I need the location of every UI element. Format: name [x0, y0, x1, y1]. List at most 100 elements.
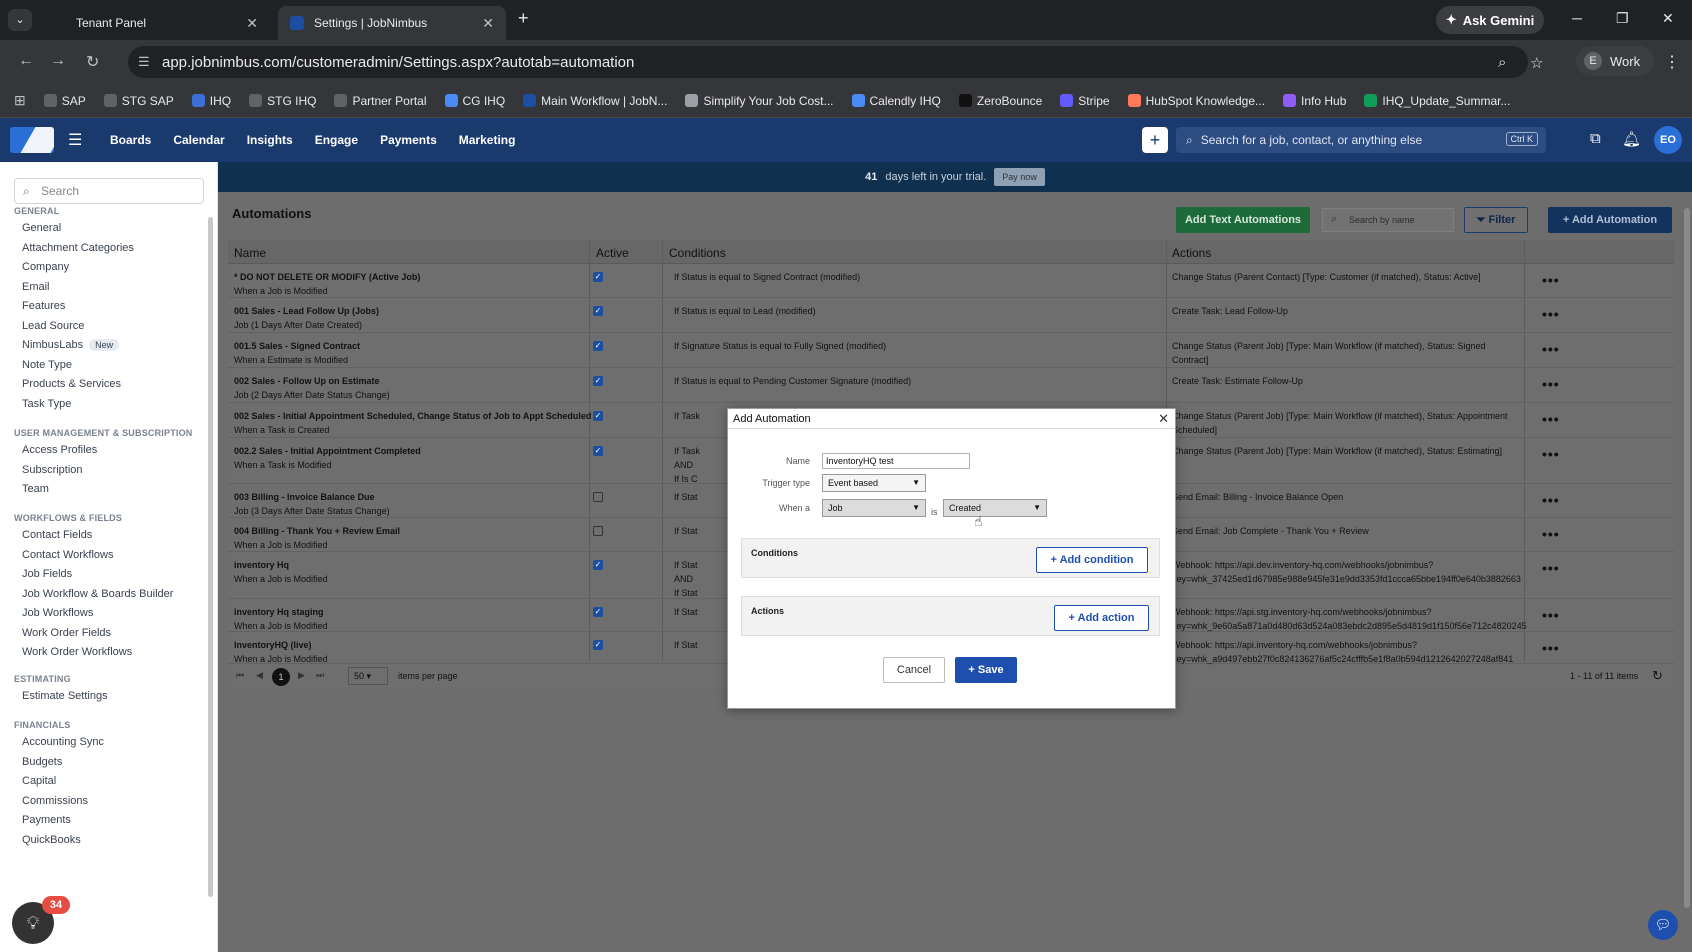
nav-insights[interactable]: Insights: [247, 133, 293, 147]
reload-icon[interactable]: ↻: [86, 52, 99, 72]
column-header-conditions[interactable]: Conditions: [669, 246, 726, 260]
filter-button[interactable]: ⏷ Filter: [1464, 207, 1528, 233]
bookmark-item[interactable]: STG IHQ: [249, 94, 316, 108]
sidebar-item-products-services[interactable]: Products & Services: [22, 378, 121, 390]
ask-gemini-button[interactable]: ✦ Ask Gemini: [1436, 6, 1544, 34]
automation-search-input[interactable]: ⌕ Search by name: [1322, 208, 1454, 232]
automation-name-cell[interactable]: inventory Hq When a Job is Modified: [234, 558, 328, 586]
sidebar-item-lead-source[interactable]: Lead Source: [22, 320, 84, 332]
event-select[interactable]: Created ▼: [943, 499, 1047, 517]
sidebar-item-general[interactable]: General: [22, 222, 61, 234]
more-options-icon[interactable]: •••: [1542, 376, 1560, 392]
automation-name-cell[interactable]: 002 Sales - Initial Appointment Schedule…: [234, 409, 591, 437]
nav-marketing[interactable]: Marketing: [459, 133, 516, 147]
active-checkbox[interactable]: ✓: [593, 272, 603, 282]
table-row[interactable]: 001.5 Sales - Signed Contract When a Esti…: [228, 333, 1674, 368]
sidebar-item-subscription[interactable]: Subscription: [22, 464, 83, 476]
sidebar-item-work-order-fields[interactable]: Work Order Fields: [22, 627, 111, 639]
more-options-icon[interactable]: •••: [1542, 492, 1560, 508]
automation-name-cell[interactable]: 001 Sales - Lead Follow Up (Jobs) Job (1 …: [234, 304, 379, 332]
address-bar[interactable]: ☰ app.jobnimbus.com/customeradmin/Settin…: [128, 46, 1543, 78]
more-options-icon[interactable]: •••: [1542, 526, 1560, 542]
bookmark-item[interactable]: Calendly IHQ: [851, 94, 941, 108]
automation-name-cell[interactable]: InventoryHQ (live) When a Job is Modified: [234, 638, 328, 666]
nav-calendar[interactable]: Calendar: [173, 133, 224, 147]
sidebar-item-team[interactable]: Team: [22, 483, 49, 495]
table-row[interactable]: 001 Sales - Lead Follow Up (Jobs) Job (1 …: [228, 298, 1674, 333]
active-checkbox[interactable]: ✓: [593, 306, 603, 316]
pay-now-button[interactable]: Pay now: [994, 168, 1045, 186]
bookmark-item[interactable]: Stripe: [1060, 94, 1110, 108]
first-page-icon[interactable]: ⏮: [236, 670, 244, 681]
bookmark-item[interactable]: CG IHQ: [444, 94, 505, 108]
nav-boards[interactable]: Boards: [110, 133, 151, 147]
active-checkbox[interactable]: ✓: [593, 446, 603, 456]
prev-page-icon[interactable]: ◀: [256, 670, 263, 681]
browser-tab-settings[interactable]: Settings | JobNimbus ✕: [278, 6, 506, 40]
sidebar-item-task-type[interactable]: Task Type: [22, 398, 71, 410]
hamburger-menu-icon[interactable]: ☰: [68, 130, 82, 150]
active-checkbox[interactable]: [593, 492, 603, 502]
chat-icon[interactable]: 💬︎: [1648, 910, 1678, 940]
new-tab-button[interactable]: +: [518, 8, 529, 29]
sidebar-item-estimate-settings[interactable]: Estimate Settings: [22, 690, 108, 702]
active-checkbox[interactable]: ✓: [593, 411, 603, 421]
automation-name-cell[interactable]: inventory Hq staging When a Job is Modifi…: [234, 605, 328, 633]
automation-name-cell[interactable]: 002 Sales - Follow Up on Estimate Job (2 …: [234, 374, 390, 402]
more-options-icon[interactable]: •••: [1542, 607, 1560, 623]
profile-button[interactable]: E Work: [1576, 46, 1654, 76]
bookmark-item[interactable]: SAP: [43, 94, 86, 108]
more-options-icon[interactable]: •••: [1542, 272, 1560, 288]
column-header-actions[interactable]: Actions: [1172, 246, 1211, 260]
trigger-type-select[interactable]: Event based ▼: [822, 474, 926, 492]
bookmark-item[interactable]: IHQ_Update_Summar...: [1364, 94, 1510, 108]
create-new-button[interactable]: +: [1142, 127, 1168, 153]
automation-name-cell[interactable]: * DO NOT DELETE OR MODIFY (Active Job) Wh…: [234, 270, 420, 298]
sidebar-item-job-fields[interactable]: Job Fields: [22, 568, 72, 580]
automation-name-input[interactable]: InventoryHQ test: [822, 453, 970, 469]
sidebar-item-capital[interactable]: Capital: [22, 775, 56, 787]
nav-payments[interactable]: Payments: [380, 133, 437, 147]
bookmark-item[interactable]: ZeroBounce: [958, 94, 1042, 108]
close-icon[interactable]: ✕: [482, 15, 494, 32]
more-options-icon[interactable]: •••: [1542, 411, 1560, 427]
active-checkbox[interactable]: ✓: [593, 341, 603, 351]
sidebar-item-attachment-categories[interactable]: Attachment Categories: [22, 242, 134, 254]
sidebar-item-budgets[interactable]: Budgets: [22, 756, 62, 768]
browser-tab-tenant-panel[interactable]: Tenant Panel ✕: [40, 6, 270, 40]
back-arrow-icon[interactable]: ←: [18, 52, 34, 70]
more-options-icon[interactable]: •••: [1542, 446, 1560, 462]
add-condition-button[interactable]: + Add condition: [1036, 547, 1148, 573]
sidebar-item-company[interactable]: Company: [22, 261, 69, 273]
more-options-icon[interactable]: •••: [1542, 341, 1560, 357]
sidebar-item-job-workflows[interactable]: Job Workflows: [22, 607, 93, 619]
table-row[interactable]: 002 Sales - Follow Up on Estimate Job (2 …: [228, 368, 1674, 403]
sidebar-item-commissions[interactable]: Commissions: [22, 795, 88, 807]
sidebar-item-nimbuslabs[interactable]: NimbusLabs New: [22, 339, 120, 351]
zoom-icon[interactable]: ⌕: [1498, 54, 1506, 71]
restore-icon[interactable]: ❐: [1616, 10, 1629, 27]
sidebar-item-job-workflow-boards-builder[interactable]: Job Workflow & Boards Builder: [22, 588, 173, 600]
jobnimbus-logo[interactable]: [10, 127, 54, 153]
refresh-icon[interactable]: ↻: [1652, 668, 1663, 684]
sidebar-item-work-order-workflows[interactable]: Work Order Workflows: [22, 646, 132, 658]
current-page[interactable]: 1: [272, 668, 290, 686]
sidebar-item-note-type[interactable]: Note Type: [22, 359, 72, 371]
sidebar-item-email[interactable]: Email: [22, 281, 50, 293]
window-close-icon[interactable]: ✕: [1662, 10, 1674, 27]
sidebar-search-input[interactable]: ⌕ Search: [14, 178, 204, 204]
nav-engage[interactable]: Engage: [315, 133, 358, 147]
bookmark-star-icon[interactable]: ☆: [1530, 54, 1543, 72]
automation-name-cell[interactable]: 003 Billing - Invoice Balance Due Job (3 …: [234, 490, 390, 518]
add-automation-button[interactable]: + Add Automation: [1548, 207, 1672, 233]
bookmark-item[interactable]: IHQ: [191, 94, 231, 108]
bookmark-item[interactable]: Simplify Your Job Cost...: [685, 94, 834, 108]
bookmark-item[interactable]: Partner Portal: [334, 94, 427, 108]
sidebar-item-contact-workflows[interactable]: Contact Workflows: [22, 549, 114, 561]
bookmark-item[interactable]: Info Hub: [1283, 94, 1346, 108]
column-header-name[interactable]: Name: [234, 246, 266, 260]
forward-arrow-icon[interactable]: →: [50, 52, 66, 70]
main-scrollbar[interactable]: [1684, 208, 1690, 908]
cancel-button[interactable]: Cancel: [883, 657, 945, 683]
record-type-select[interactable]: Job ▼: [822, 499, 926, 517]
